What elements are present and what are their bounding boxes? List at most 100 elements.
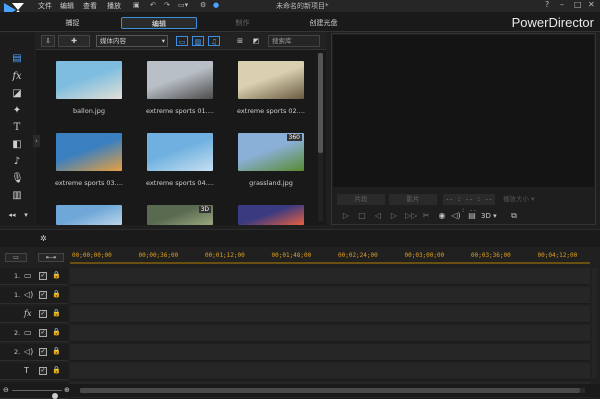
track-header[interactable]: 2. ◁) ✓ 🔒 bbox=[0, 344, 68, 361]
fit-timeline-button[interactable]: ⇤⇥ bbox=[38, 253, 64, 262]
fast-forward-icon[interactable]: ▷▷ bbox=[405, 210, 417, 222]
title-room-icon[interactable]: T bbox=[11, 122, 23, 134]
track-manager-button[interactable]: ▭ bbox=[5, 253, 27, 262]
snapshot-icon[interactable]: ◉ bbox=[437, 210, 447, 222]
media-thumbnail[interactable] bbox=[238, 205, 304, 225]
menu-file[interactable]: 文件 bbox=[38, 1, 52, 11]
media-thumbnail[interactable] bbox=[56, 133, 122, 171]
cut-icon[interactable]: ✂ bbox=[421, 210, 431, 222]
plugins-button[interactable]: ✚ bbox=[58, 35, 90, 47]
maximize-icon[interactable]: □ bbox=[574, 0, 582, 9]
previous-frame-icon[interactable]: ◁ bbox=[373, 210, 383, 222]
media-thumbnail[interactable] bbox=[147, 133, 213, 171]
track-lane[interactable] bbox=[70, 306, 590, 323]
horizontal-scroll-thumb[interactable] bbox=[80, 388, 580, 393]
detail-view-icon[interactable]: ◩ bbox=[250, 36, 262, 46]
media-thumbnail[interactable] bbox=[147, 61, 213, 99]
library-scrollbar[interactable] bbox=[318, 53, 323, 221]
pip-room-icon[interactable]: ◪ bbox=[11, 88, 23, 100]
tab-produce[interactable]: 制作 bbox=[205, 17, 280, 29]
menu-play[interactable]: 播放 bbox=[107, 1, 121, 11]
track-lane[interactable] bbox=[70, 344, 590, 361]
track-enable-checkbox[interactable]: ✓ bbox=[39, 329, 47, 337]
track-lane[interactable] bbox=[70, 287, 590, 304]
rail-scroll-up-icon[interactable]: ◂◂ bbox=[6, 209, 18, 221]
transition-room-icon[interactable]: ◧ bbox=[11, 139, 23, 151]
stop-icon[interactable]: □ bbox=[357, 210, 367, 222]
subtitle-icon[interactable]: ▤ bbox=[467, 210, 477, 222]
minimize-icon[interactable]: – bbox=[560, 0, 564, 9]
track-header[interactable]: 1. ▭ ✓ 🔒 bbox=[0, 268, 68, 285]
timeline-horizontal-scrollbar[interactable] bbox=[80, 388, 585, 393]
track-enable-checkbox[interactable]: ✓ bbox=[39, 367, 47, 375]
undock-preview-icon[interactable]: ⧉ bbox=[509, 210, 519, 222]
track-enable-checkbox[interactable]: ✓ bbox=[39, 348, 47, 356]
track-enable-checkbox[interactable]: ✓ bbox=[39, 310, 47, 318]
play-icon[interactable]: ▷ bbox=[341, 210, 351, 222]
zoom-out-icon[interactable]: ⊖ bbox=[3, 386, 9, 394]
zoom-slider-knob[interactable] bbox=[52, 393, 58, 399]
library-search-input[interactable]: 搜索库 bbox=[268, 35, 320, 47]
media-thumbnail[interactable]: 3D bbox=[147, 205, 213, 225]
video-filter-icon[interactable]: ▭ bbox=[176, 36, 188, 46]
track-lane[interactable] bbox=[70, 325, 590, 342]
volume-icon[interactable]: ◁) bbox=[451, 210, 461, 222]
media-thumbnail[interactable]: 360 bbox=[238, 133, 304, 171]
menu-edit[interactable]: 编辑 bbox=[60, 1, 74, 11]
notification-icon[interactable]: ● bbox=[213, 1, 219, 9]
rail-scroll-down-icon[interactable]: ▾ bbox=[20, 209, 32, 221]
settings-gear-icon[interactable]: ⚙ bbox=[200, 1, 206, 9]
track-lane[interactable] bbox=[70, 363, 590, 380]
image-filter-icon[interactable]: ▨ bbox=[192, 36, 204, 46]
particle-room-icon[interactable]: ✦ bbox=[11, 105, 23, 117]
track-header[interactable]: 2. ▭ ✓ 🔒 bbox=[0, 325, 68, 342]
tab-create-disc[interactable]: 创建光盘 bbox=[286, 17, 361, 29]
lock-icon[interactable]: 🔒 bbox=[52, 309, 61, 317]
3d-mode-toggle[interactable]: 3D ▾ bbox=[481, 210, 497, 222]
import-media-button[interactable]: ⇩ bbox=[41, 35, 55, 47]
track-lane[interactable] bbox=[70, 268, 590, 285]
media-thumbnail[interactable] bbox=[56, 61, 122, 99]
audio-filter-icon[interactable]: ♫ bbox=[208, 36, 220, 46]
undo-icon[interactable]: ↶ bbox=[150, 1, 156, 9]
audio-mixing-room-icon[interactable]: ♪ bbox=[11, 156, 23, 168]
timeline-vertical-scrollbar[interactable] bbox=[592, 268, 597, 378]
chapter-room-icon[interactable]: ▥ bbox=[11, 190, 23, 202]
track-header[interactable]: 1. ◁) ✓ 🔒 bbox=[0, 287, 68, 304]
magic-tools-icon[interactable]: ✲ bbox=[40, 234, 47, 243]
save-icon[interactable]: ▣ bbox=[133, 1, 140, 9]
tab-edit[interactable]: 编辑 bbox=[121, 17, 197, 29]
zoom-slider[interactable] bbox=[12, 390, 62, 399]
redo-icon[interactable]: ↷ bbox=[164, 1, 170, 9]
library-scroll-thumb[interactable] bbox=[318, 53, 323, 153]
preview-quality[interactable]: 播放大小 ▾ bbox=[503, 194, 534, 205]
help-icon[interactable]: ? bbox=[545, 0, 549, 9]
zoom-in-icon[interactable]: ⊕ bbox=[64, 386, 70, 394]
media-thumbnail[interactable] bbox=[56, 205, 122, 225]
lock-icon[interactable]: 🔒 bbox=[52, 271, 61, 279]
clip-mode-tab[interactable]: 片段 bbox=[337, 194, 385, 205]
media-thumbnail-label: extreme sports 01.... bbox=[146, 107, 214, 115]
media-room-icon[interactable]: ▤ bbox=[11, 53, 23, 65]
screen-capture-icon[interactable]: ▭▾ bbox=[178, 1, 188, 9]
lock-icon[interactable]: 🔒 bbox=[52, 290, 61, 298]
track-header[interactable]: fx ✓ 🔒 bbox=[0, 306, 68, 323]
lock-icon[interactable]: 🔒 bbox=[52, 366, 61, 374]
track-header[interactable]: T ✓ 🔒 bbox=[0, 363, 68, 380]
next-frame-icon[interactable]: ▷ bbox=[389, 210, 399, 222]
effect-room-icon[interactable]: fx bbox=[11, 71, 23, 83]
movie-mode-tab[interactable]: 影片 bbox=[389, 194, 437, 205]
media-thumbnail[interactable] bbox=[238, 61, 304, 99]
track-enable-checkbox[interactable]: ✓ bbox=[39, 291, 47, 299]
track-enable-checkbox[interactable]: ✓ bbox=[39, 272, 47, 280]
media-filter-select[interactable]: 媒体内容 ▾ bbox=[96, 35, 168, 47]
menu-view[interactable]: 查看 bbox=[83, 1, 97, 11]
grid-view-icon[interactable]: ⊞ bbox=[234, 36, 246, 46]
timecode-display[interactable]: -- : -- : -- : -- bbox=[443, 194, 495, 214]
collapse-handle-icon[interactable]: › bbox=[33, 135, 40, 147]
voice-over-room-icon[interactable]: 🎙 bbox=[11, 173, 24, 185]
tab-capture[interactable]: 捕捉 bbox=[35, 17, 110, 29]
close-icon[interactable]: ✕ bbox=[588, 0, 595, 9]
lock-icon[interactable]: 🔒 bbox=[52, 347, 61, 355]
lock-icon[interactable]: 🔒 bbox=[52, 328, 61, 336]
